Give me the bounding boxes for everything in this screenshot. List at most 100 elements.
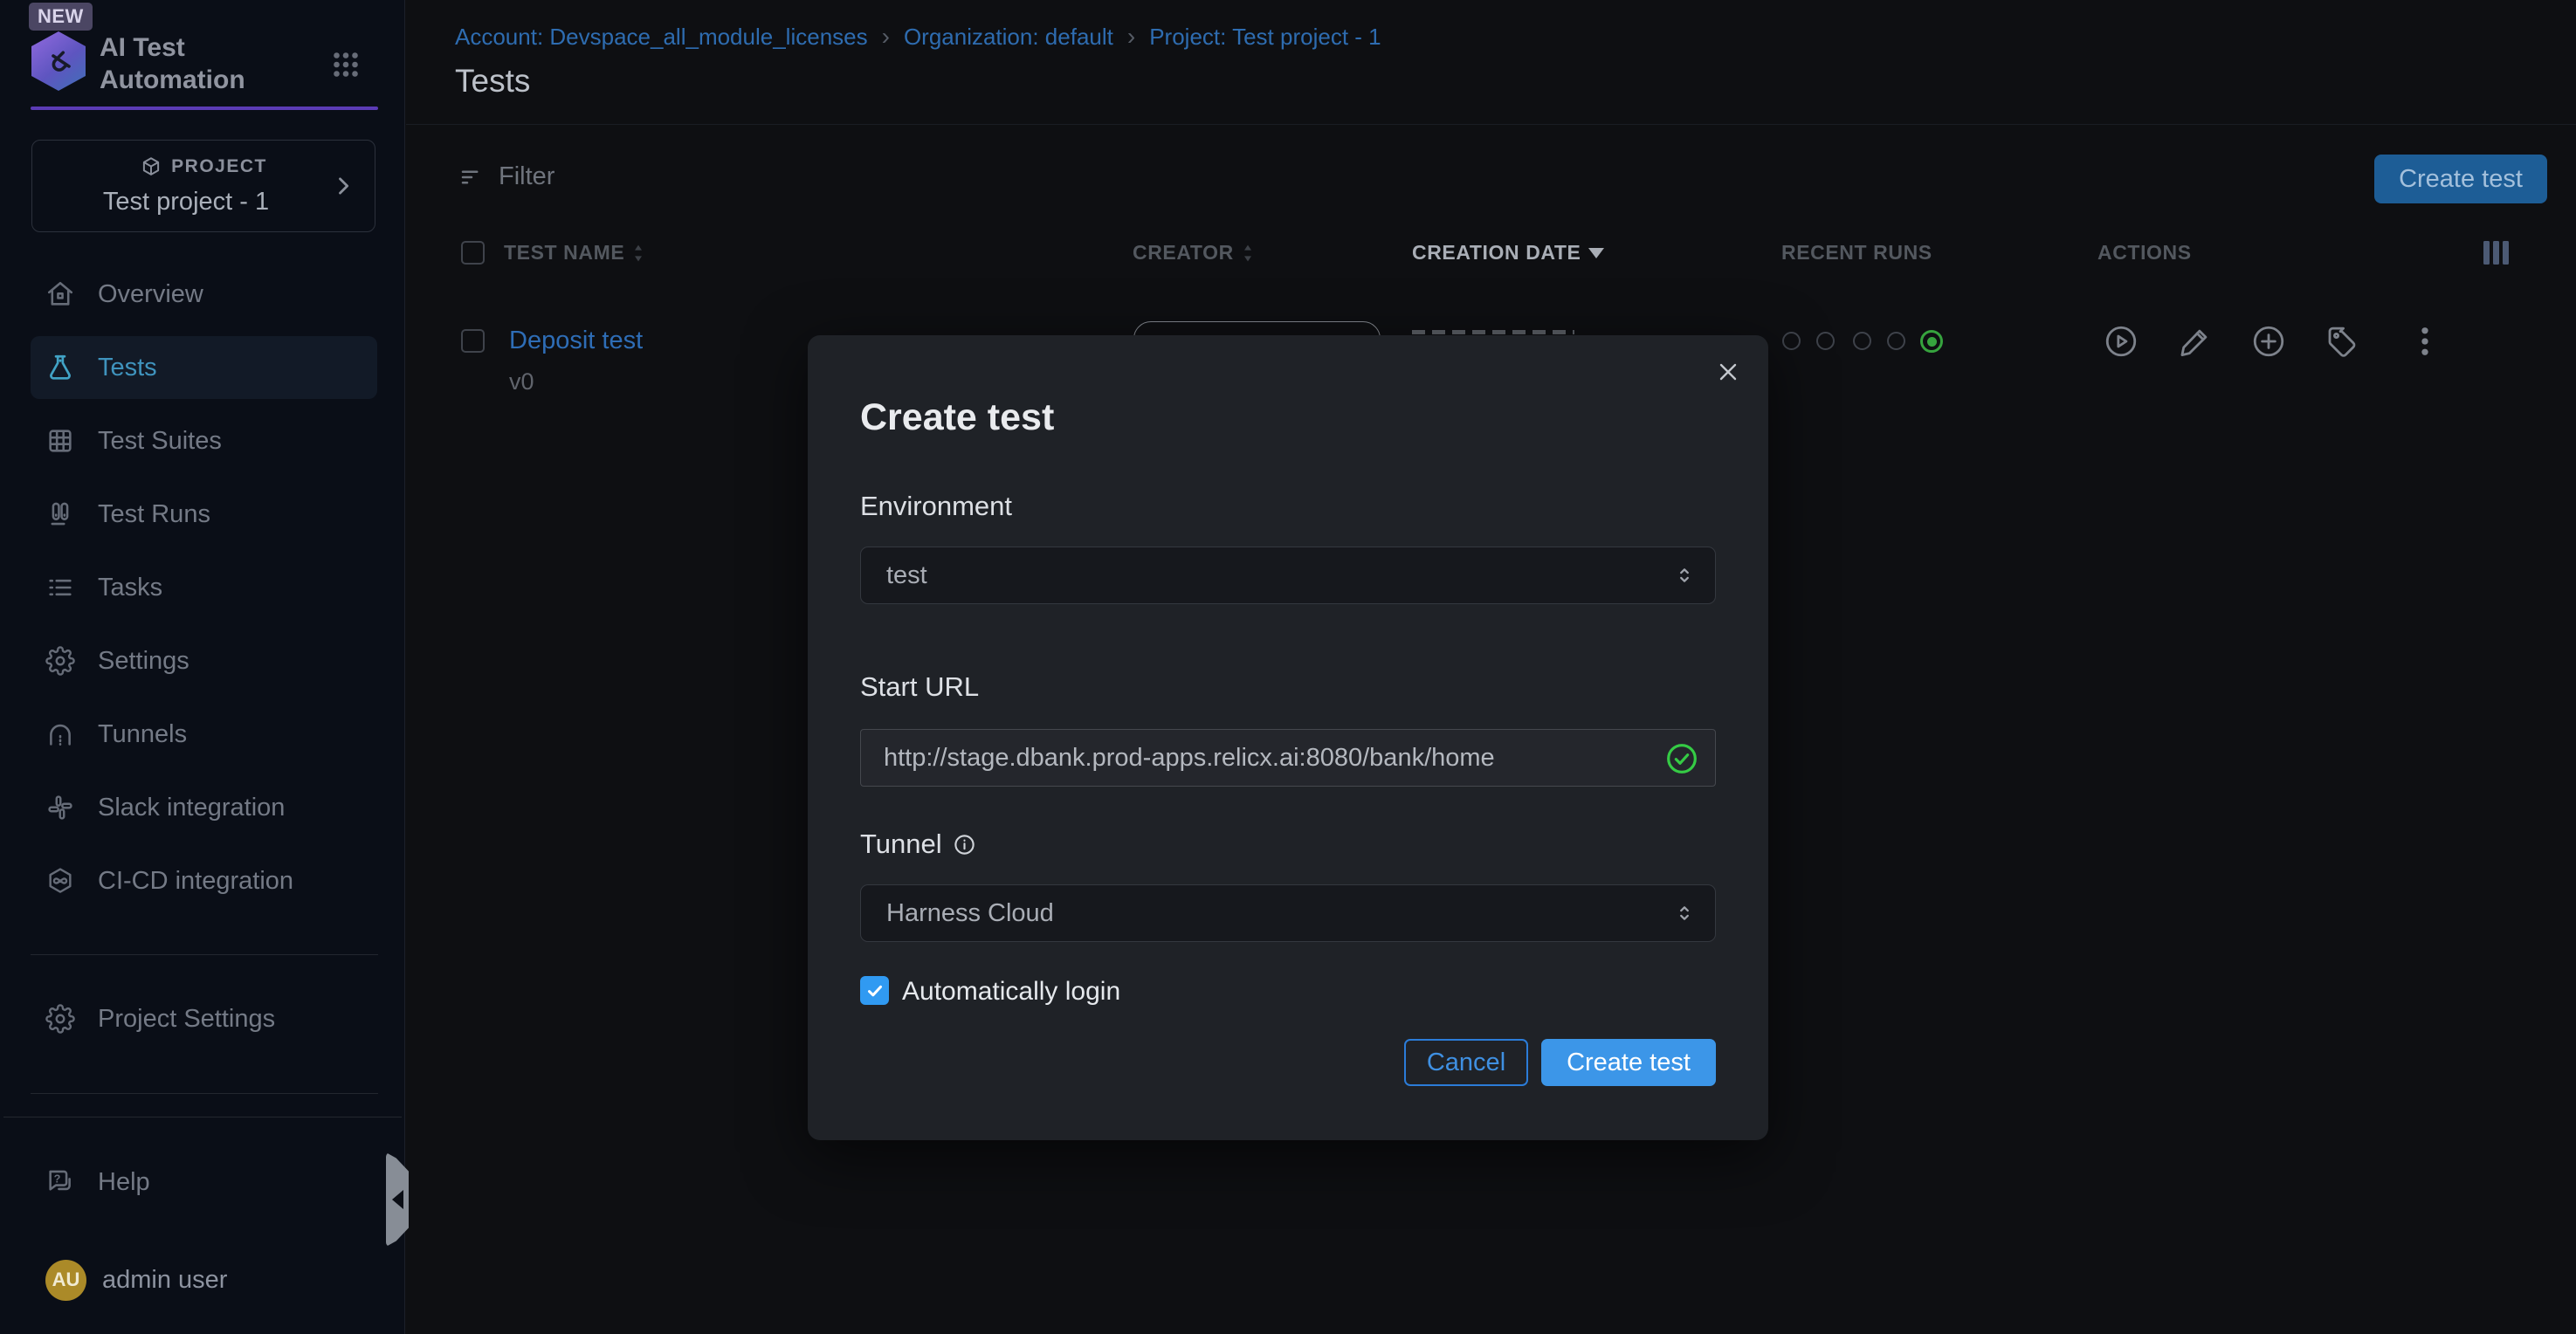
breadcrumb-org-link[interactable]: Organization: default [904, 24, 1113, 51]
edit-test-button[interactable] [2177, 323, 2214, 360]
play-circle-icon [2103, 323, 2139, 360]
tag-button[interactable] [2324, 323, 2360, 360]
sidebar-nav: Overview Tests Test Suites [0, 258, 404, 918]
project-label: PROJECT [171, 156, 267, 177]
test-name-link[interactable]: Deposit test [509, 327, 643, 355]
run-status-dot [1887, 332, 1905, 350]
user-name: admin user [102, 1266, 227, 1295]
page-title: Tests [455, 63, 530, 100]
sidebar: NEW AI Test Automation PROJECT Test proj… [0, 0, 405, 1334]
sidebar-item-tunnels[interactable]: Tunnels [0, 698, 404, 771]
app-title: AI Test Automation [100, 31, 309, 96]
tunnel-select[interactable]: Harness Cloud [860, 884, 1716, 942]
user-menu[interactable]: AU admin user [0, 1241, 404, 1318]
sidebar-item-settings[interactable]: Settings [0, 624, 404, 698]
run-status-dot [1853, 332, 1871, 350]
cancel-button[interactable]: Cancel [1404, 1039, 1528, 1086]
svg-text:?: ? [54, 1172, 61, 1185]
app-root: NEW AI Test Automation PROJECT Test proj… [0, 0, 2576, 1334]
sort-desc-icon [1588, 248, 1604, 258]
flask-icon [45, 353, 75, 382]
home-icon [45, 279, 75, 309]
start-url-field [860, 729, 1716, 787]
tunnel-icon [45, 719, 75, 749]
column-header-test-name[interactable]: TEST NAME [504, 241, 645, 265]
list-icon [45, 573, 75, 602]
slack-icon [45, 793, 75, 822]
project-selector[interactable]: PROJECT Test project - 1 [31, 140, 375, 232]
plus-circle-icon [2250, 323, 2287, 360]
tunnel-value: Harness Cloud [886, 899, 1054, 928]
grid-icon [45, 426, 75, 456]
modal-title: Create test [860, 396, 1054, 439]
pencil-icon [2177, 323, 2214, 360]
breadcrumb-separator: › [1127, 23, 1135, 51]
tag-icon [2324, 323, 2360, 360]
avatar: AU [45, 1260, 86, 1301]
create-test-submit-button[interactable]: Create test [1541, 1039, 1716, 1086]
help-chat-icon: ? [45, 1167, 75, 1197]
project-name: Test project - 1 [32, 188, 340, 217]
tunnel-label: Tunnel [860, 829, 976, 860]
close-icon[interactable] [1714, 358, 1742, 386]
breadcrumb-account-link[interactable]: Account: Devspace_all_module_licenses [455, 24, 868, 51]
start-url-label: Start URL [860, 671, 979, 703]
check-icon [864, 980, 885, 1001]
app-logo [31, 31, 86, 91]
app-switcher-icon[interactable] [330, 49, 362, 80]
sidebar-item-slack[interactable]: Slack integration [0, 771, 404, 844]
breadcrumb: Account: Devspace_all_module_licenses › … [455, 23, 1381, 51]
start-url-input[interactable] [861, 730, 1715, 786]
more-actions-button[interactable] [2407, 323, 2443, 360]
sidebar-item-project-settings[interactable]: Project Settings [0, 982, 404, 1056]
sidebar-item-test-runs[interactable]: Test Runs [0, 478, 404, 551]
sidebar-item-help[interactable]: ? Help [0, 1145, 404, 1219]
test-version: v0 [509, 368, 534, 395]
info-icon[interactable] [953, 833, 976, 856]
select-chevrons-icon [1673, 902, 1696, 925]
sidebar-item-cicd[interactable]: CI-CD integration [0, 844, 404, 918]
sort-icon [631, 242, 645, 265]
select-chevrons-icon [1673, 564, 1696, 587]
sidebar-divider [31, 954, 378, 955]
filter-icon [458, 164, 485, 190]
new-badge: NEW [29, 3, 93, 31]
cube-icon [140, 155, 162, 178]
gear-icon [45, 1004, 75, 1034]
filter-button[interactable]: Filter [458, 162, 554, 191]
column-header-creator[interactable]: CREATOR [1133, 241, 1255, 265]
sidebar-divider [31, 1093, 378, 1094]
breadcrumb-separator: › [882, 23, 890, 51]
sidebar-item-tests[interactable]: Tests [31, 336, 377, 399]
sidebar-item-test-suites[interactable]: Test Suites [0, 404, 404, 478]
check-circle-icon [1664, 741, 1699, 776]
columns-icon [45, 499, 75, 529]
auto-login-label: Automatically login [902, 977, 1120, 1007]
sidebar-item-tasks[interactable]: Tasks [0, 551, 404, 624]
creation-date-partial [1412, 330, 1574, 334]
auto-login-checkbox[interactable] [860, 976, 889, 1005]
sort-icon [1241, 242, 1255, 265]
sidebar-item-overview[interactable]: Overview [0, 258, 404, 331]
run-status-dot [1816, 332, 1835, 350]
column-header-creation-date[interactable]: CREATION DATE [1412, 241, 1604, 265]
chevron-right-icon [331, 174, 355, 198]
run-status-dot-passed [1920, 330, 1943, 353]
create-test-modal: Create test Environment test Start URL T… [808, 335, 1768, 1140]
create-test-toolbar-button[interactable]: Create test [2374, 155, 2547, 203]
add-to-suite-button[interactable] [2250, 323, 2287, 360]
environment-label: Environment [860, 491, 1012, 522]
column-header-actions: ACTIONS [2097, 241, 2192, 265]
brand-accent-divider [31, 107, 378, 110]
environment-select[interactable]: test [860, 547, 1716, 604]
row-checkbox[interactable] [461, 329, 485, 353]
environment-value: test [886, 561, 927, 590]
run-status-dot [1782, 332, 1801, 350]
cicd-icon [45, 866, 75, 896]
kebab-menu-icon [2407, 323, 2443, 360]
run-test-button[interactable] [2103, 323, 2139, 360]
column-settings-icon[interactable] [2483, 241, 2509, 265]
breadcrumb-project-link[interactable]: Project: Test project - 1 [1149, 24, 1381, 51]
select-all-checkbox[interactable] [461, 241, 485, 265]
gear-icon [45, 646, 75, 676]
